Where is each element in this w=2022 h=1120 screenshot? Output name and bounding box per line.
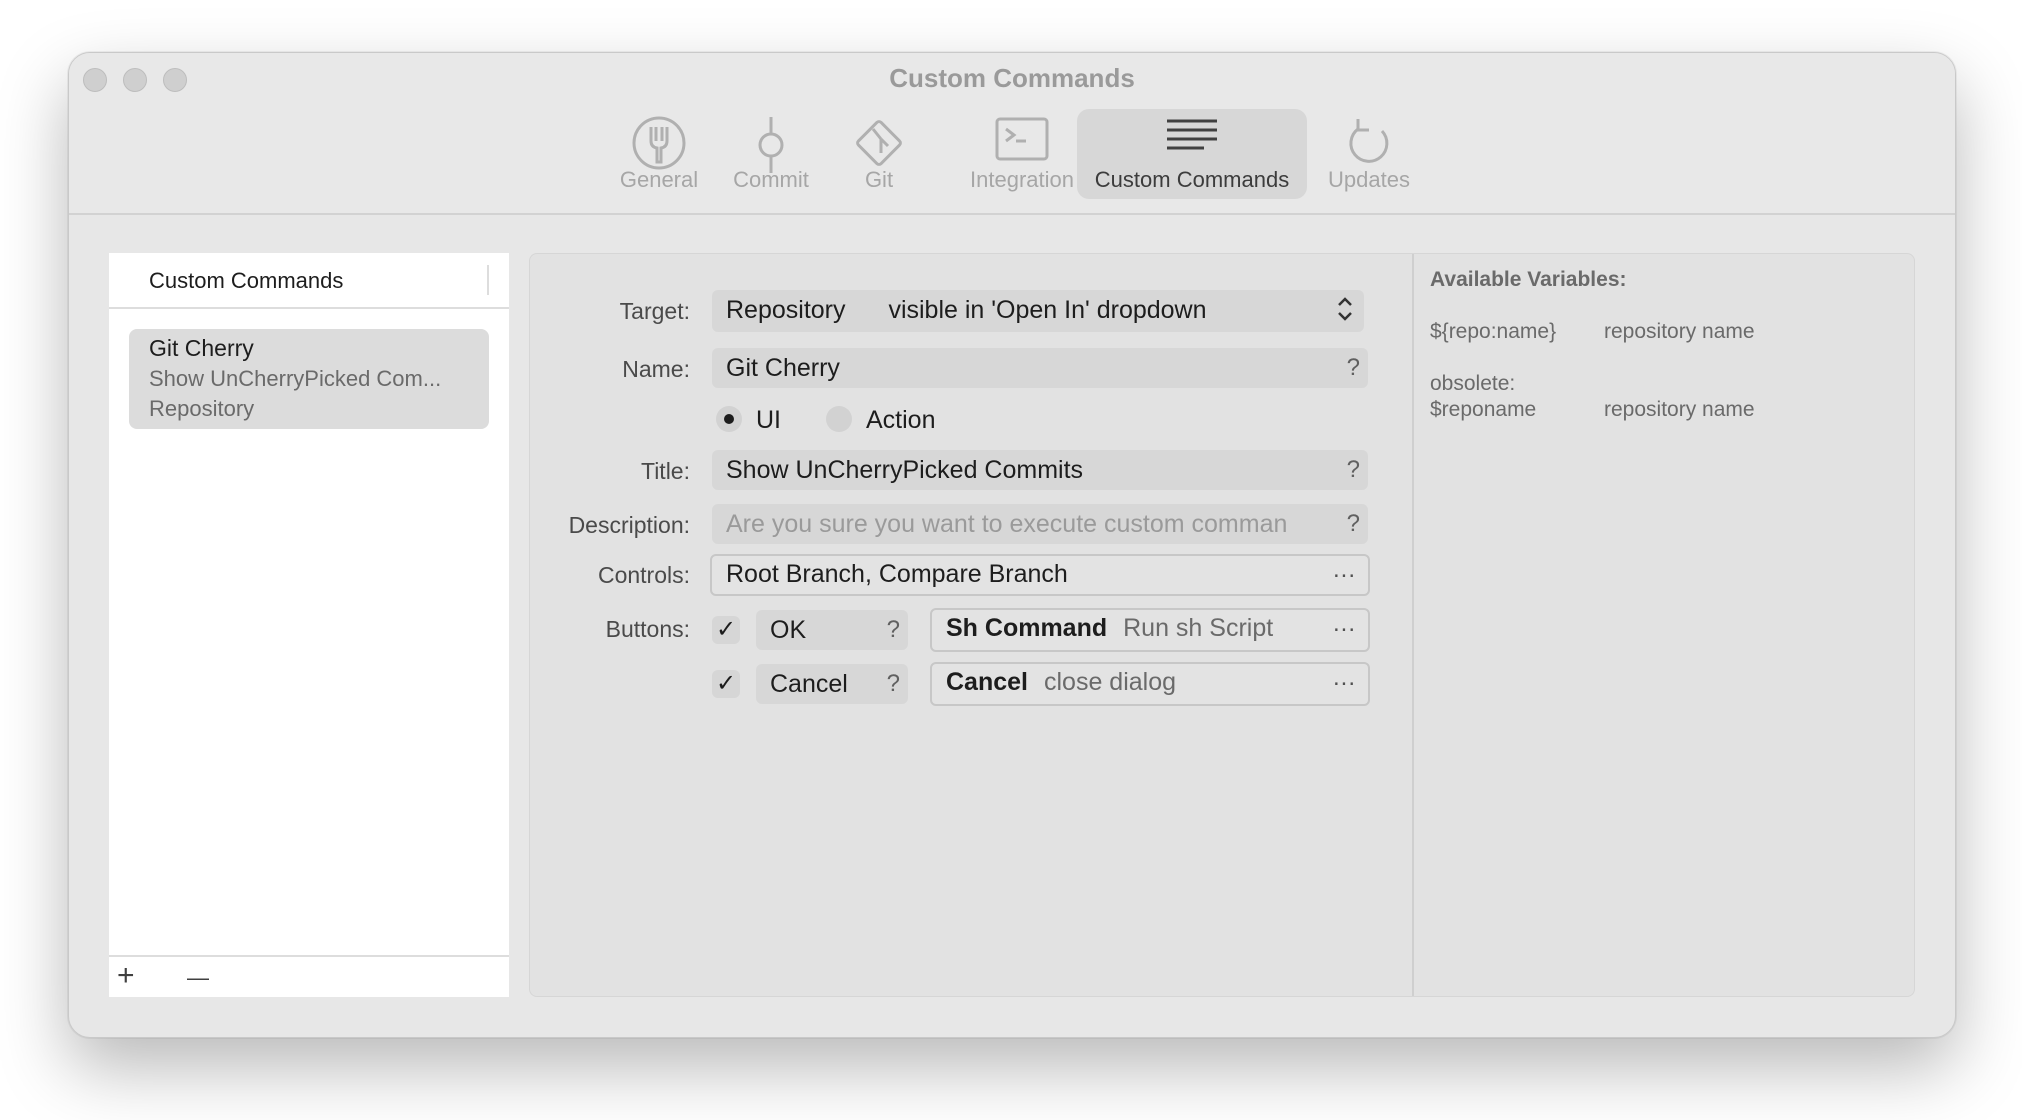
cancel-button-checkbox[interactable]: ✓ [712,670,740,698]
cancel-button-help[interactable]: ? [887,664,900,704]
target-value: Repository [726,296,846,324]
description-field[interactable]: Are you sure you want to execute custom … [712,504,1368,544]
tab-general[interactable]: General [605,109,713,199]
cancel-button-command-desc: close dialog [1043,668,1177,696]
list-item[interactable]: Git Cherry Show UnCherryPicked Com... Re… [129,329,489,429]
name-help-button[interactable]: ? [1347,348,1360,388]
action-radio-label: Action [866,406,936,434]
title-label: Title: [641,458,690,484]
buttons-label: Buttons: [605,616,690,642]
toolbar: Custom Commands General Commit Git Integ… [69,53,1955,215]
panel-divider [1412,254,1414,996]
target-label: Target: [619,298,690,324]
add-command-button[interactable]: + [117,959,135,993]
tab-custom-commands[interactable]: Custom Commands [1077,109,1307,199]
cancel-button-more-button[interactable]: ... [1333,664,1356,696]
cancel-button-name: Cancel [770,670,848,698]
sidebar-header-label: Custom Commands [149,268,344,293]
ok-button-more-button[interactable]: ... [1333,610,1356,642]
description-label: Description: [568,512,690,538]
variable-desc: repository name [1604,398,1755,421]
command-target: Repository [149,396,255,421]
variable-name: ${repo:name} [1430,320,1557,343]
ok-button-command: Sh Command [946,614,1108,642]
description-placeholder: Are you sure you want to execute custom … [726,510,1288,538]
terminal-icon [994,115,1050,171]
ok-button-command-desc: Run sh Script [1123,614,1274,642]
remove-command-button[interactable]: — [187,961,209,995]
ui-radio-label: UI [756,406,781,434]
target-hint: visible in 'Open In' dropdown [888,296,1207,324]
command-editor: Target: Repository visible in 'Open In' … [529,253,1915,997]
variable-prefix: obsolete: [1430,372,1516,395]
tab-updates[interactable]: Updates [1315,109,1423,199]
ui-radio[interactable] [716,406,742,432]
variables-title: Available Variables: [1430,268,1627,291]
ok-button-name-field[interactable]: OK ? [756,610,908,650]
command-title: Show UnCherryPicked Com... [149,366,442,391]
sidebar-footer: + — [109,955,509,997]
column-divider[interactable] [487,265,489,295]
controls-field[interactable]: Root Branch, Compare Branch ... [710,554,1370,596]
ok-button-checkbox[interactable]: ✓ [712,616,740,644]
sidebar-header: Custom Commands [109,253,509,309]
controls-label: Controls: [597,562,690,588]
action-radio[interactable] [826,406,852,432]
controls-more-button[interactable]: ... [1333,556,1356,588]
commands-sidebar: Custom Commands Git Cherry Show UnCherry… [109,253,509,997]
chevron-updown-icon [1336,292,1354,332]
ok-button-name: OK [770,616,807,644]
name-label: Name: [622,356,690,382]
title-help-button[interactable]: ? [1347,450,1360,490]
ok-button-help[interactable]: ? [887,610,900,650]
ok-button-command-field[interactable]: Sh Command Run sh Script ... [930,608,1370,652]
cancel-button-command-field[interactable]: Cancel close dialog ... [930,662,1370,706]
name-field[interactable]: Git Cherry ? [712,348,1368,388]
description-help-button[interactable]: ? [1342,504,1360,544]
target-select[interactable]: Repository visible in 'Open In' dropdown [712,290,1364,332]
title-value: Show UnCherryPicked Commits [726,456,1084,484]
tab-commit[interactable]: Commit [721,109,821,199]
title-field[interactable]: Show UnCherryPicked Commits ? [712,450,1368,490]
preferences-window: Custom Commands General Commit Git Integ… [68,52,1956,1038]
controls-value: Root Branch, Compare Branch [726,560,1068,588]
name-value: Git Cherry [726,354,840,382]
tab-git[interactable]: Git [829,109,929,199]
lines-icon [1164,115,1220,161]
window-title: Custom Commands [889,63,1135,93]
cancel-button-name-field[interactable]: Cancel ? [756,664,908,704]
command-name: Git Cherry [149,335,254,361]
cancel-button-command: Cancel [946,668,1028,696]
variable-name: $reponame [1430,398,1537,421]
variable-desc: repository name [1604,320,1755,343]
